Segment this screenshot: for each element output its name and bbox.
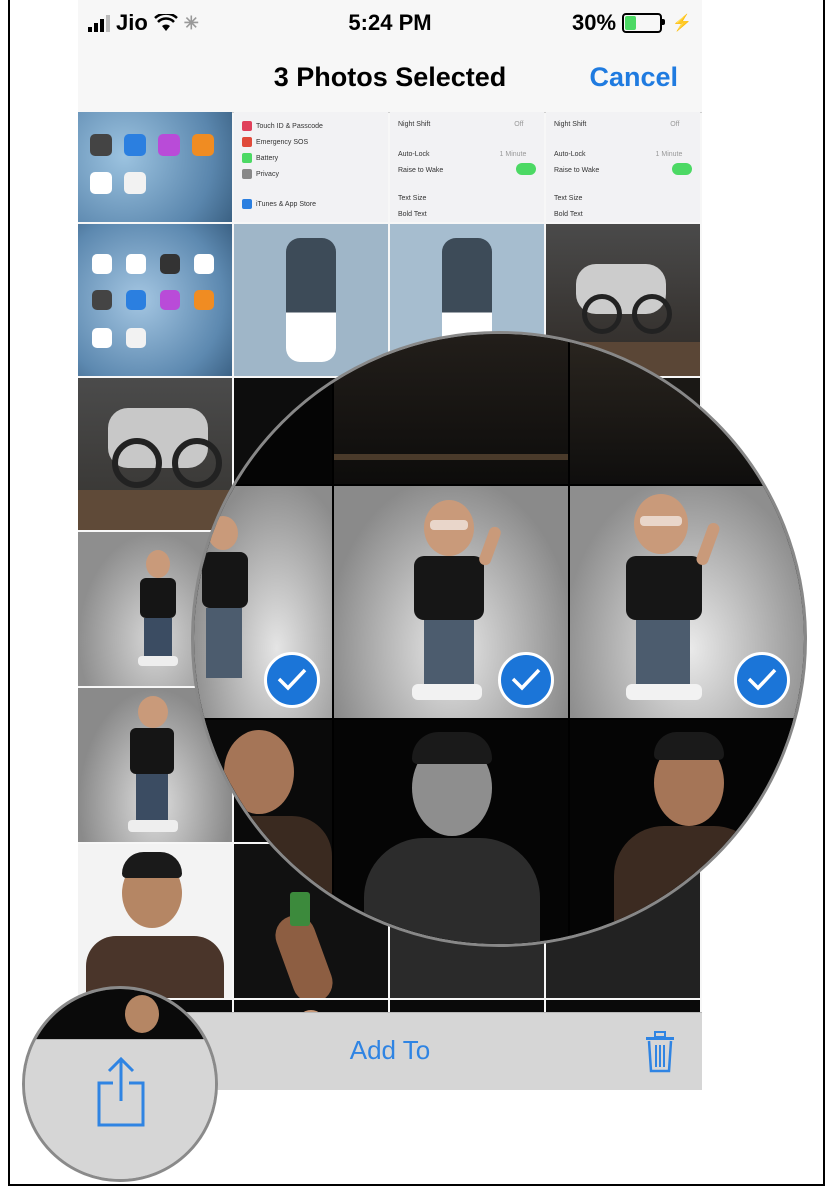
settings-label: Emergency SOS — [256, 138, 309, 146]
settings-label: iTunes & App Store — [256, 200, 317, 208]
photo-thumbnail[interactable]: Night Shift Off Auto-Lock 1 Minute Raise t… — [390, 112, 544, 222]
settings-value: 1 Minute — [655, 150, 683, 158]
settings-label: Raise to Wake — [554, 166, 600, 174]
settings-label: Bold Text — [554, 210, 583, 218]
toggle-switch — [672, 163, 692, 175]
photo-thumbnail[interactable] — [570, 720, 804, 944]
trash-icon[interactable] — [644, 1031, 676, 1073]
settings-label: Auto-Lock — [398, 150, 430, 158]
settings-label: Text Size — [554, 194, 583, 202]
settings-label: Battery — [256, 154, 279, 162]
photo-thumbnail[interactable]: Night Shift Off Auto-Lock 1 Minute Raise t… — [546, 112, 700, 222]
status-bar: Jio ✳ 5:24 PM 30% ⚡ — [78, 0, 702, 48]
cancel-button[interactable]: Cancel — [589, 62, 678, 93]
checkmark-icon — [734, 652, 790, 708]
photo-thumbnail[interactable] — [194, 334, 332, 484]
battery-percent: 30% — [572, 10, 617, 35]
selected-photo[interactable] — [570, 486, 804, 718]
selected-photo[interactable] — [194, 486, 332, 718]
settings-label: Raise to Wake — [398, 166, 444, 174]
photo-thumbnail[interactable] — [570, 334, 804, 484]
navigation-bar: 3 Photos Selected Cancel — [78, 48, 702, 113]
photo-thumbnail[interactable] — [78, 112, 232, 222]
settings-value: Off — [670, 120, 680, 128]
settings-label: Touch ID & Passcode — [256, 122, 323, 130]
photo-thumbnail[interactable]: Touch ID & Passcode Emergency SOS Batter… — [234, 112, 388, 222]
settings-value: Off — [514, 120, 524, 128]
magnifier-share-button — [22, 986, 218, 1182]
settings-label: Night Shift — [398, 120, 431, 128]
toggle-switch — [516, 163, 536, 175]
settings-label: Bold Text — [398, 210, 427, 218]
photo-thumbnail — [25, 989, 215, 1039]
selected-photo[interactable] — [334, 486, 568, 718]
settings-value: 1 Minute — [499, 150, 527, 158]
magnifier-selected-photos — [191, 331, 807, 947]
charging-icon: ⚡ — [672, 15, 692, 32]
photo-thumbnail[interactable] — [334, 720, 568, 944]
settings-label: Night Shift — [554, 120, 587, 128]
share-icon[interactable] — [95, 1055, 147, 1129]
settings-label: Auto-Lock — [554, 150, 586, 158]
battery-icon — [622, 13, 666, 33]
settings-label: Privacy — [256, 170, 279, 178]
settings-label: Text Size — [398, 194, 427, 202]
checkmark-icon — [264, 652, 320, 708]
photo-thumbnail[interactable] — [194, 720, 332, 944]
photo-thumbnail[interactable] — [334, 334, 568, 484]
checkmark-icon — [498, 652, 554, 708]
